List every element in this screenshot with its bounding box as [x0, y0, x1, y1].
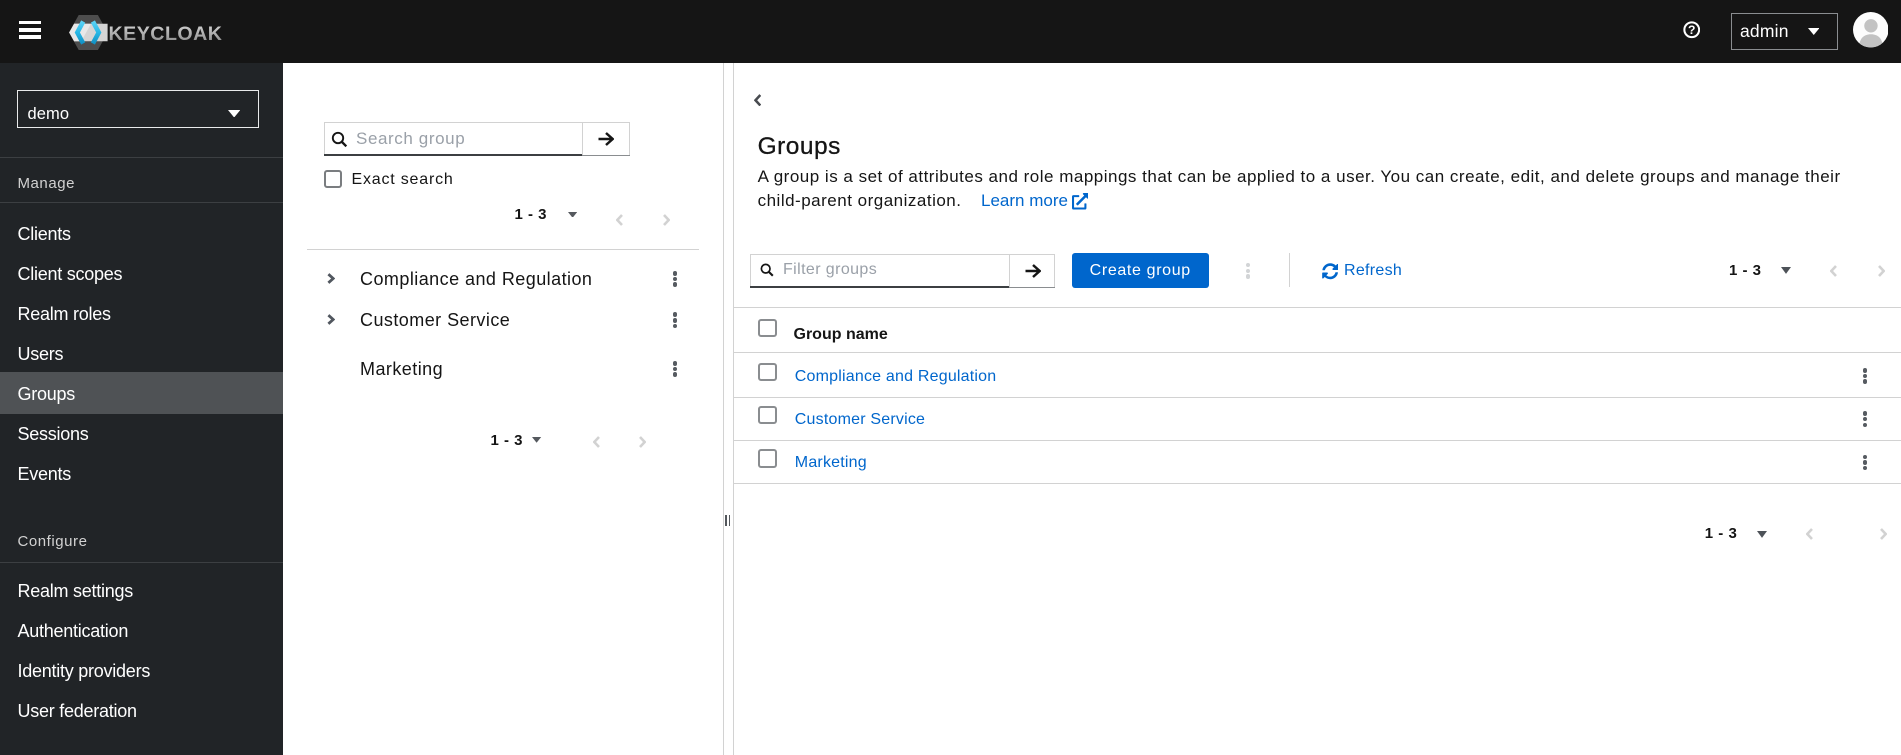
svg-text:KEYCLOAK: KEYCLOAK: [109, 23, 223, 45]
svg-text:?: ?: [1688, 23, 1695, 37]
